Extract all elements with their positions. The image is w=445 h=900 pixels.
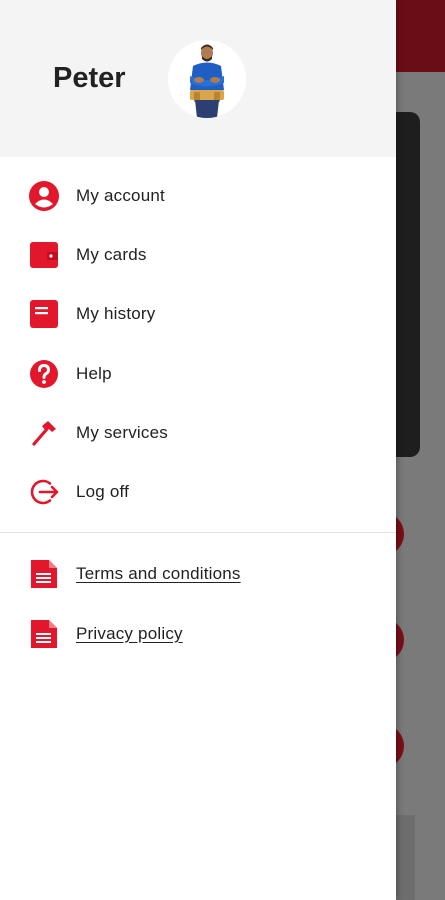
drawer-menu: My account My cards My history Help My s… <box>0 157 396 522</box>
link-privacy-policy[interactable]: Privacy policy <box>0 604 396 663</box>
logout-icon <box>28 476 60 508</box>
menu-item-my-history[interactable]: My history <box>0 285 396 344</box>
menu-item-label: My cards <box>76 244 147 264</box>
menu-item-label: My account <box>76 185 165 205</box>
menu-item-log-off[interactable]: Log off <box>0 462 396 521</box>
hammer-icon <box>28 417 60 449</box>
menu-item-label: Privacy policy <box>76 623 183 643</box>
worker-avatar-icon <box>168 40 246 118</box>
menu-item-my-cards[interactable]: My cards <box>0 225 396 284</box>
menu-item-label: My history <box>76 304 156 324</box>
document-icon <box>28 618 60 650</box>
link-terms-and-conditions[interactable]: Terms and conditions <box>0 545 396 604</box>
wallet-icon <box>28 239 60 271</box>
account-circle-icon <box>28 180 60 212</box>
menu-item-label: Log off <box>76 482 130 502</box>
menu-item-my-account[interactable]: My account <box>0 166 396 225</box>
document-icon <box>28 558 60 590</box>
background-panel <box>395 815 415 900</box>
user-name: Peter <box>53 62 126 94</box>
app-screen: Peter My account My cards My history Hel… <box>0 0 445 900</box>
help-icon <box>28 358 60 390</box>
history-icon <box>28 298 60 330</box>
navigation-drawer: Peter My account My cards My history Hel… <box>0 0 396 900</box>
menu-item-help[interactable]: Help <box>0 344 396 403</box>
menu-item-label: Help <box>76 363 112 383</box>
legal-links: Terms and conditions Privacy policy <box>0 533 396 664</box>
menu-item-label: My services <box>76 422 168 442</box>
menu-item-my-services[interactable]: My services <box>0 403 396 462</box>
avatar[interactable] <box>168 40 246 118</box>
drawer-header: Peter <box>0 0 396 157</box>
menu-item-label: Terms and conditions <box>76 564 241 584</box>
